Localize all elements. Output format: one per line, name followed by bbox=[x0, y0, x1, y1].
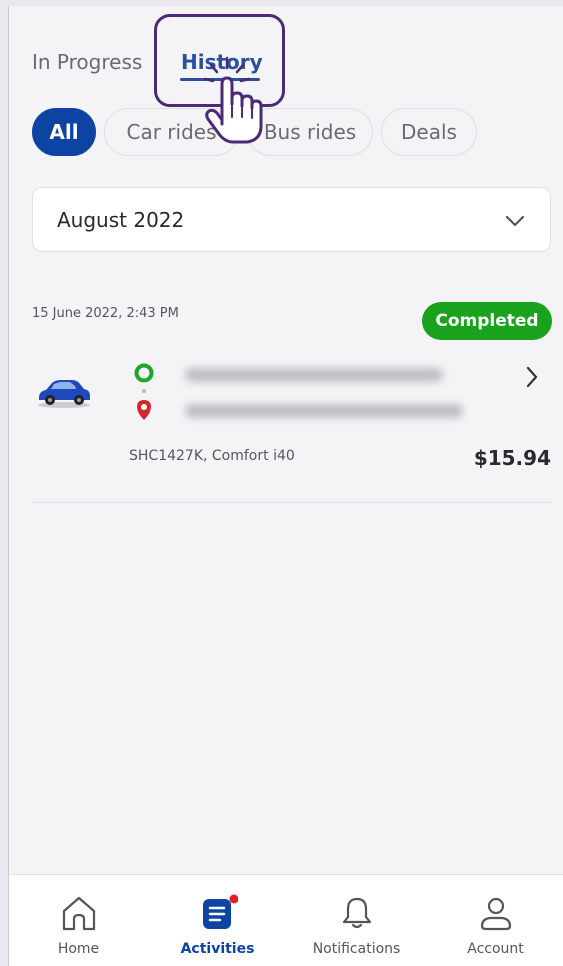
nav-item-home[interactable]: Home bbox=[9, 875, 148, 966]
nav-item-notifications[interactable]: Notifications bbox=[287, 875, 426, 966]
nav-label-home: Home bbox=[57, 941, 100, 957]
nav-item-account[interactable]: Account bbox=[426, 875, 563, 966]
car-icon bbox=[38, 380, 90, 408]
pickup-icon bbox=[134, 363, 154, 383]
dropoff-pin-icon bbox=[137, 400, 151, 420]
user-icon bbox=[480, 897, 511, 931]
activities-screen: In Progress History All Car rides Bus ri… bbox=[8, 6, 563, 966]
filter-chip-deals[interactable]: Deals bbox=[381, 108, 477, 156]
tab-in-progress[interactable]: In Progress bbox=[32, 50, 142, 74]
chevron-down-icon bbox=[505, 215, 525, 227]
pickup-address-redacted bbox=[185, 368, 443, 382]
bottom-nav: Home Activities Notifications Account bbox=[9, 874, 563, 966]
route-connector bbox=[142, 389, 146, 393]
month-select[interactable]: August 2022 bbox=[32, 187, 551, 252]
nav-label-account: Account bbox=[467, 941, 524, 957]
ride-price: $15.94 bbox=[473, 446, 551, 470]
pointer-hand-icon bbox=[203, 56, 263, 144]
nav-label-notifications: Notifications bbox=[312, 941, 401, 957]
status-badge: Completed bbox=[422, 302, 552, 340]
chevron-right-icon[interactable] bbox=[523, 364, 541, 390]
nav-label-activities: Activities bbox=[180, 941, 255, 957]
home-icon bbox=[62, 896, 95, 931]
bell-icon bbox=[342, 897, 371, 929]
dropoff-address-redacted bbox=[185, 404, 463, 418]
activities-icon bbox=[202, 894, 238, 929]
nav-item-activities[interactable]: Activities bbox=[148, 875, 287, 966]
ride-datetime: 15 June 2022, 2:43 PM bbox=[32, 306, 179, 321]
vehicle-info: SHC1427K, Comfort i40 bbox=[129, 448, 295, 464]
month-select-value: August 2022 bbox=[57, 207, 185, 232]
divider bbox=[32, 502, 552, 503]
filter-chip-all[interactable]: All bbox=[32, 108, 96, 156]
